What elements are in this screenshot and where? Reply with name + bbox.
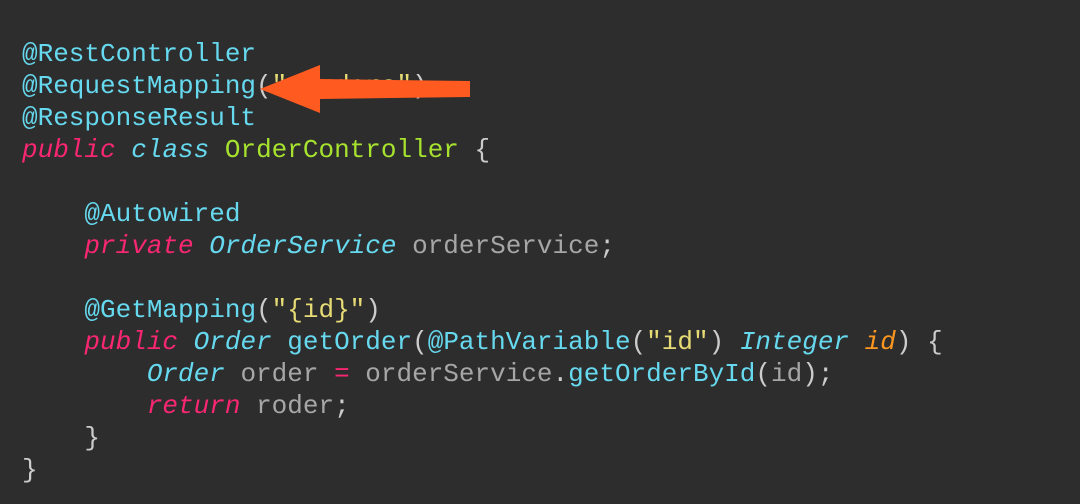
paren-open: ( (631, 327, 647, 357)
paren-open: ( (755, 359, 771, 389)
paren-close: ) (802, 359, 818, 389)
brace-close: } (84, 423, 100, 453)
paren-open: ( (256, 71, 272, 101)
brace-open: { (475, 135, 491, 165)
keyword-class: class (131, 135, 209, 165)
call-getorderbyid: getOrderById (568, 359, 755, 389)
dot: . (553, 359, 569, 389)
paren-close: ) (709, 327, 725, 357)
arg-id: id (771, 359, 802, 389)
classname: OrderController (225, 135, 459, 165)
string-id: "{id}" (272, 295, 366, 325)
annotation-getmapping: @GetMapping (84, 295, 256, 325)
keyword-public: public (22, 135, 116, 165)
annotation-autowired: @Autowired (84, 199, 240, 229)
string-orders: "/orders" (272, 71, 412, 101)
paren-open: ( (256, 295, 272, 325)
paren-close: ) (412, 71, 428, 101)
field-orderservice: orderService (365, 359, 552, 389)
param-id: id (865, 327, 896, 357)
var-order: order (240, 359, 318, 389)
method-getorder: getOrder (287, 327, 412, 357)
string-id2: "id" (646, 327, 708, 357)
code-block: @RestController @RequestMapping("/orders… (0, 0, 1080, 504)
field-orderservice: orderService (412, 231, 599, 261)
keyword-return: return (147, 391, 241, 421)
paren-close: ) (365, 295, 381, 325)
brace-close: } (22, 455, 38, 485)
semicolon: ; (818, 359, 834, 389)
annotation-requestmapping: @RequestMapping (22, 71, 256, 101)
annotation-responseresult: @ResponseResult (22, 103, 256, 133)
semicolon: ; (334, 391, 350, 421)
type-integer: Integer (740, 327, 849, 357)
keyword-private: private (84, 231, 193, 261)
type-order: Order (147, 359, 225, 389)
type-orderservice: OrderService (209, 231, 396, 261)
var-roder: roder (256, 391, 334, 421)
brace-open: { (927, 327, 943, 357)
paren-open: ( (412, 327, 428, 357)
operator-eq: = (334, 359, 350, 389)
semicolon: ; (599, 231, 615, 261)
annotation-restcontroller: @RestController (22, 39, 256, 69)
annotation-pathvariable: @PathVariable (428, 327, 631, 357)
type-order: Order (194, 327, 272, 357)
keyword-public: public (84, 327, 178, 357)
paren-close: ) (896, 327, 912, 357)
